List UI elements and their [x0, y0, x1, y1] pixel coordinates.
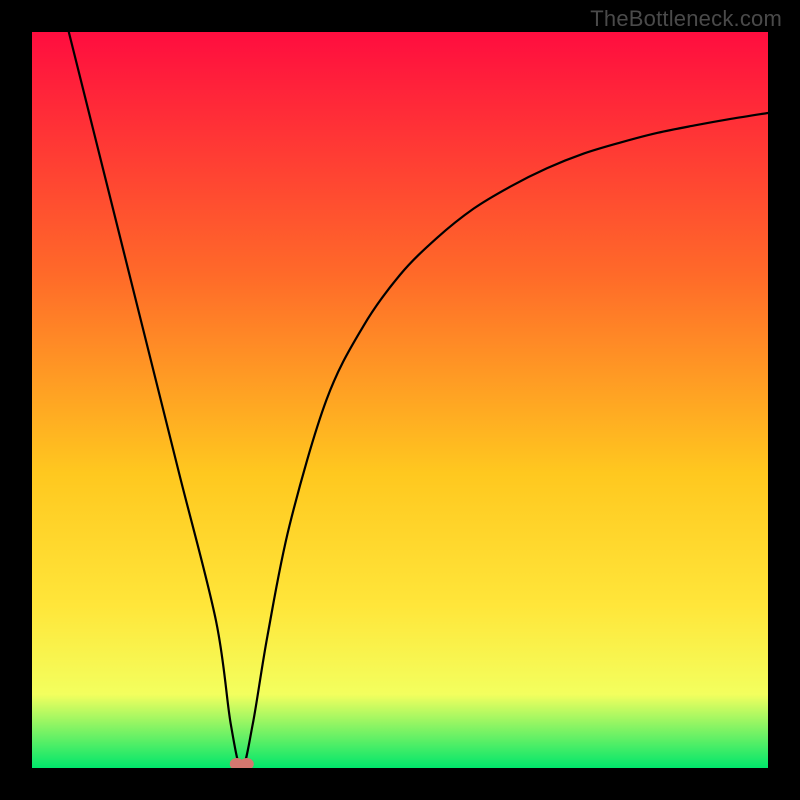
chart-svg — [32, 32, 768, 768]
gradient-background — [32, 32, 768, 768]
watermark-text: TheBottleneck.com — [590, 6, 782, 32]
plot-area — [32, 32, 768, 768]
chart-frame: TheBottleneck.com — [0, 0, 800, 800]
